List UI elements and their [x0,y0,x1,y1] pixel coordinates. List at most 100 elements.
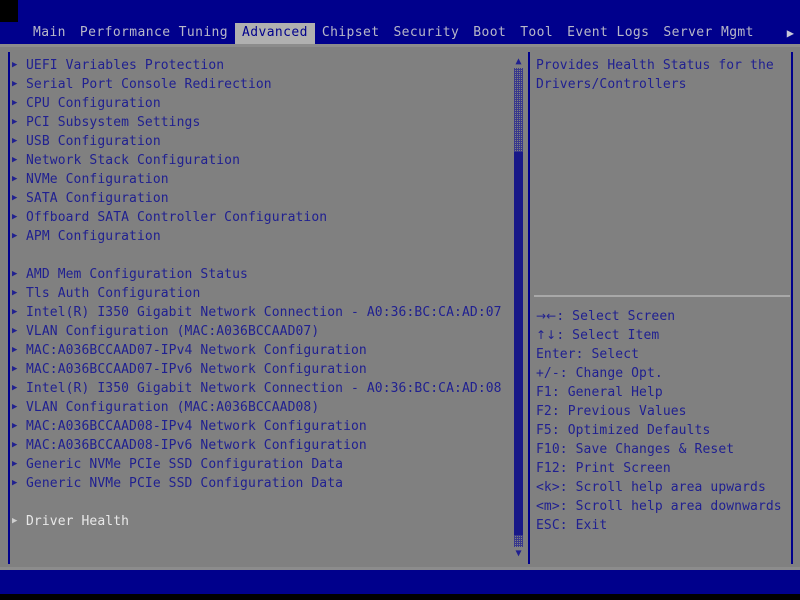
list-item[interactable]: ▶ Intel(R) I350 Gigabit Network Connectio… [12,303,504,322]
legend-item-label: ESC: Exit [536,518,608,533]
legend-item: +/-: Change Opt. [536,364,788,383]
list-item-label: Intel(R) I350 Gigabit Network Connection… [26,305,502,320]
submenu-arrow-icon: ▶ [12,326,18,336]
submenu-arrow-icon: ▶ [12,98,18,108]
list-item[interactable]: ▶ Tls Auth Configuration [12,284,504,303]
legend-key-glyph-icon: ↑↓ [536,328,557,342]
submenu-arrow-icon: ▶ [12,174,18,184]
legend-item-label: +/-: Change Opt. [536,366,663,381]
list-item[interactable]: ▶ MAC:A036BCCAAD07-IPv6 Network Configura… [12,360,504,379]
list-item-label: MAC:A036BCCAAD07-IPv6 Network Configurat… [26,362,367,377]
list-item[interactable]: ▶ Intel(R) I350 Gigabit Network Connectio… [12,379,504,398]
window-title-bar: Aptio Setup – AMI [0,0,800,62]
submenu-arrow-icon: ▶ [12,307,18,317]
help-text-line: Provides Health Status for the [536,58,774,73]
tab-advanced[interactable]: Advanced [235,22,315,44]
help-legend-separator [534,295,790,297]
submenu-arrow-icon: ▶ [12,288,18,298]
legend-item: F12: Print Screen [536,459,788,478]
tab-event-logs[interactable]: Event Logs [560,23,656,44]
content-frame: ▶ UEFI Variables Protection ▶ Serial Port C… [0,47,800,567]
list-item[interactable]: ▶ MAC:A036BCCAAD08-IPv4 Network Configura… [12,417,504,436]
scroll-down-arrow-icon[interactable]: ▼ [513,548,524,559]
legend-key-glyph-icon: →← [536,309,557,323]
scrollbar-thumb[interactable] [514,152,523,535]
list-item[interactable]: ▶ APM Configuration [12,227,504,246]
list-item[interactable]: ▶ USB Configuration [12,132,504,151]
frame-middle-border [528,52,530,564]
key-legend-panel: →←: Select Screen ↑↓: Select Item Enter: S… [536,307,788,535]
version-footer: Version 2.22.1285 Copyright (C) 2024 AMI [0,570,800,600]
tab-server-mgmt[interactable]: Server Mgmt [656,23,761,44]
list-item[interactable]: ▶ Network Stack Configuration [12,151,504,170]
tab-performance-tuning[interactable]: Performance Tuning [73,23,235,44]
list-item[interactable]: ▶ PCI Subsystem Settings [12,113,504,132]
legend-item: Enter: Select [536,345,788,364]
list-item[interactable]: ▶ VLAN Configuration (MAC:A036BCCAAD08) [12,398,504,417]
list-item-label: AMD Mem Configuration Status [26,267,248,282]
scroll-up-arrow-icon[interactable]: ▲ [513,56,524,67]
legend-item-label: F12: Print Screen [536,461,671,476]
menu-more-right-arrow-icon[interactable]: ▶ [787,25,794,41]
submenu-arrow-icon: ▶ [12,269,18,279]
list-item[interactable]: ▶ SATA Configuration [12,189,504,208]
legend-item-label: <k>: Scroll help area upwards [536,480,766,495]
list-item-label: SATA Configuration [26,191,169,206]
list-item[interactable]: ▶ NVMe Configuration [12,170,504,189]
list-item[interactable]: ▶ CPU Configuration [12,94,504,113]
tab-main[interactable]: Main [26,23,73,44]
legend-item-label: F10: Save Changes & Reset [536,442,735,457]
list-item[interactable]: ▶ VLAN Configuration (MAC:A036BCCAAD07) [12,322,504,341]
list-item[interactable]: ▶ UEFI Variables Protection [12,56,504,75]
settings-list-scrollbar[interactable]: ▲ ▼ [513,56,524,559]
list-item[interactable]: ▶ Generic NVMe PCIe SSD Configuration Dat… [12,474,504,493]
list-item-label: Intel(R) I350 Gigabit Network Connection… [26,381,502,396]
submenu-arrow-icon: ▶ [12,421,18,431]
list-item-label: Generic NVMe PCIe SSD Configuration Data [26,476,344,491]
tab-security[interactable]: Security [386,23,466,44]
frame-left-border [8,52,10,564]
tab-boot[interactable]: Boot [466,23,513,44]
submenu-arrow-icon: ▶ [12,60,18,70]
list-item[interactable]: ▶ AMD Mem Configuration Status [12,265,504,284]
list-item[interactable]: ▶ MAC:A036BCCAAD07-IPv4 Network Configura… [12,341,504,360]
bios-setup-screen: Aptio Setup – AMI Main Performance Tunin… [0,0,800,600]
frame-top-edge [8,50,792,52]
submenu-arrow-icon: ▶ [12,478,18,488]
list-item-label: Driver Health [26,514,130,529]
list-item-label: PCI Subsystem Settings [26,115,201,130]
list-item[interactable]: ▶ Generic NVMe PCIe SSD Configuration Dat… [12,455,504,474]
list-item[interactable]: ▶ MAC:A036BCCAAD08-IPv6 Network Configura… [12,436,504,455]
tab-chipset[interactable]: Chipset [315,23,387,44]
legend-item: F2: Previous Values [536,402,788,421]
legend-item: F5: Optimized Defaults [536,421,788,440]
legend-item-label: F2: Previous Values [536,404,687,419]
legend-item: <m>: Scroll help area downwards [536,497,788,516]
submenu-arrow-icon: ▶ [12,79,18,89]
list-item[interactable]: ▶ Serial Port Console Redirection [12,75,504,94]
menu-bar: Main Performance Tuning Advanced Chipset… [0,22,800,44]
submenu-arrow-icon: ▶ [12,345,18,355]
legend-item: →←: Select Screen [536,307,788,326]
list-item-label: Generic NVMe PCIe SSD Configuration Data [26,457,344,472]
list-item-label: Serial Port Console Redirection [26,77,272,92]
list-item-label: NVMe Configuration [26,172,169,187]
legend-item: <k>: Scroll help area upwards [536,478,788,497]
legend-item: F10: Save Changes & Reset [536,440,788,459]
submenu-arrow-icon: ▶ [12,516,18,526]
submenu-arrow-icon: ▶ [12,155,18,165]
list-item[interactable]: ▶ Offboard SATA Controller Configuration [12,208,504,227]
submenu-arrow-icon: ▶ [12,193,18,203]
tab-tool[interactable]: Tool [513,23,560,44]
list-item-label: CPU Configuration [26,96,161,111]
list-item-label: MAC:A036BCCAAD08-IPv6 Network Configurat… [26,438,367,453]
list-item-label: Network Stack Configuration [26,153,241,168]
list-item[interactable]: ▶ Driver Health [12,512,504,531]
list-item-label: APM Configuration [26,229,161,244]
list-item-label: VLAN Configuration (MAC:A036BCCAAD08) [26,400,320,415]
help-text-line: Drivers/Controllers [536,77,687,92]
settings-list: ▶ UEFI Variables Protection ▶ Serial Port C… [12,56,504,531]
legend-item-label: F1: General Help [536,385,663,400]
